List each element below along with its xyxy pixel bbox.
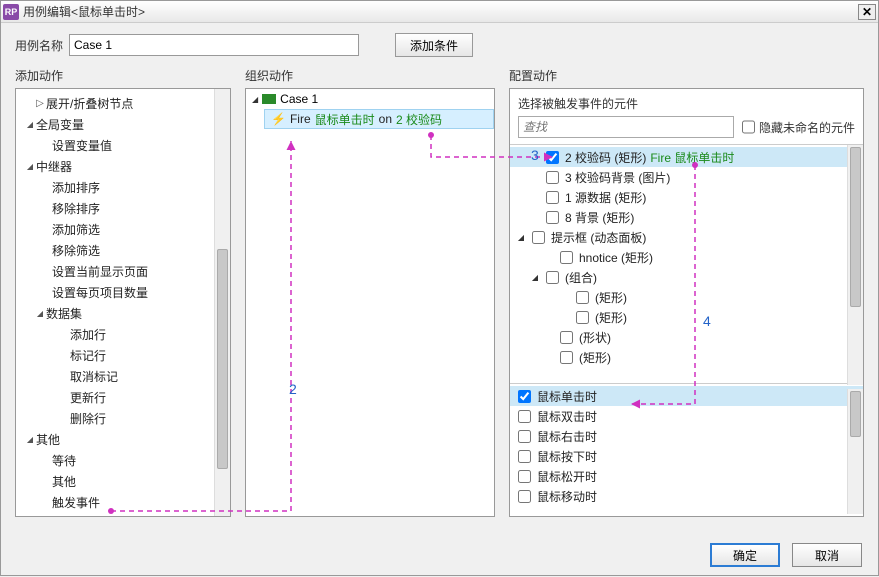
scrollbar[interactable]	[847, 389, 863, 514]
widget-item[interactable]: (矩形)	[510, 347, 863, 367]
widget-checkbox[interactable]	[560, 351, 573, 364]
action-group-globals[interactable]: 全局变量	[16, 114, 230, 135]
widget-item[interactable]: 1 源数据 (矩形)	[510, 187, 863, 207]
dialog-footer: 确定 取消	[710, 543, 862, 567]
col1-label: 添加动作	[15, 67, 231, 84]
widget-checkbox[interactable]	[546, 191, 559, 204]
ok-button[interactable]: 确定	[710, 543, 780, 567]
event-item[interactable]: 鼠标移动时	[510, 486, 863, 506]
event-list: 鼠标单击时鼠标双击时鼠标右击时鼠标按下时鼠标松开时鼠标移动时	[510, 383, 863, 515]
event-item[interactable]: 鼠标右击时	[510, 426, 863, 446]
organize-action-pane: ◢ Case 1 ⚡ Fire 鼠标单击时 on 2 校验码	[245, 88, 495, 517]
fire-event-action-row[interactable]: ⚡ Fire 鼠标单击时 on 2 校验码	[264, 109, 494, 129]
widget-checkbox[interactable]	[546, 151, 559, 164]
action-add-filter[interactable]: 添加筛选	[16, 219, 230, 240]
event-item[interactable]: 鼠标单击时	[510, 386, 863, 406]
case-editor-dialog: RP 用例编辑<鼠标单击时> ✕ 用例名称 添加条件 添加动作 展开/折叠树节点…	[0, 0, 879, 576]
event-checkbox[interactable]	[518, 470, 531, 483]
widget-checkbox[interactable]	[576, 291, 589, 304]
action-update-rows[interactable]: 更新行	[16, 387, 230, 408]
add-action-pane: 展开/折叠树节点 全局变量 设置变量值 中继器 添加排序 移除排序 添加筛选 移…	[15, 88, 231, 517]
action-set-current-page[interactable]: 设置当前显示页面	[16, 261, 230, 282]
widget-search-input[interactable]	[518, 116, 734, 138]
action-remove-sort[interactable]: 移除排序	[16, 198, 230, 219]
widget-item[interactable]: ◢提示框 (动态面板)	[510, 227, 863, 247]
widget-checkbox[interactable]	[532, 231, 545, 244]
widget-item[interactable]: 2 校验码 (矩形) Fire 鼠标单击时	[510, 147, 863, 167]
configure-action-pane: 选择被触发事件的元件 隐藏未命名的元件 2 校验码 (矩形) Fire 鼠标单击…	[509, 88, 864, 517]
case-name-input[interactable]	[69, 34, 359, 56]
lightning-icon: ⚡	[271, 112, 286, 126]
action-group-dataset[interactable]: 数据集	[16, 303, 230, 324]
action-group-other[interactable]: 其他	[16, 429, 230, 450]
widget-checkbox[interactable]	[546, 211, 559, 224]
case-icon	[262, 94, 276, 104]
action-add-sort[interactable]: 添加排序	[16, 177, 230, 198]
action-remove-filter[interactable]: 移除筛选	[16, 240, 230, 261]
add-condition-button[interactable]: 添加条件	[395, 33, 473, 57]
widget-checkbox[interactable]	[546, 271, 559, 284]
widget-item[interactable]: hnotice (矩形)	[510, 247, 863, 267]
action-group-repeater[interactable]: 中继器	[16, 156, 230, 177]
widget-checkbox[interactable]	[560, 331, 573, 344]
event-checkbox[interactable]	[518, 390, 531, 403]
event-item[interactable]: 鼠标松开时	[510, 466, 863, 486]
event-item[interactable]: 鼠标双击时	[510, 406, 863, 426]
widget-item[interactable]: ◢(组合)	[510, 267, 863, 287]
top-row: 用例名称 添加条件	[1, 23, 878, 67]
action-expand-collapse[interactable]: 展开/折叠树节点	[16, 93, 230, 114]
widget-list: 2 校验码 (矩形) Fire 鼠标单击时3 校验码背景 (图片)1 源数据 (…	[510, 144, 863, 383]
action-wait[interactable]: 等待	[16, 450, 230, 471]
scrollbar[interactable]	[847, 145, 863, 385]
action-mark-rows[interactable]: 标记行	[16, 345, 230, 366]
close-button[interactable]: ✕	[858, 4, 876, 20]
event-checkbox[interactable]	[518, 410, 531, 423]
widget-item[interactable]: (形状)	[510, 327, 863, 347]
action-add-rows[interactable]: 添加行	[16, 324, 230, 345]
event-checkbox[interactable]	[518, 430, 531, 443]
widget-checkbox[interactable]	[560, 251, 573, 264]
event-checkbox[interactable]	[518, 490, 531, 503]
cancel-button[interactable]: 取消	[792, 543, 862, 567]
widget-checkbox[interactable]	[546, 171, 559, 184]
widget-item[interactable]: (矩形)	[510, 287, 863, 307]
case-name-label: 用例名称	[15, 37, 63, 54]
case-row[interactable]: ◢ Case 1	[246, 89, 494, 109]
event-item[interactable]: 鼠标按下时	[510, 446, 863, 466]
window-title: 用例编辑<鼠标单击时>	[23, 3, 858, 20]
action-other[interactable]: 其他	[16, 471, 230, 492]
titlebar: RP 用例编辑<鼠标单击时> ✕	[1, 1, 878, 23]
action-unmark-rows[interactable]: 取消标记	[16, 366, 230, 387]
hide-unnamed-checkbox[interactable]: 隐藏未命名的元件	[742, 116, 855, 138]
action-delete-rows[interactable]: 删除行	[16, 408, 230, 429]
col2-label: 组织动作	[245, 67, 495, 84]
widget-item[interactable]: 3 校验码背景 (图片)	[510, 167, 863, 187]
event-checkbox[interactable]	[518, 450, 531, 463]
action-raise-event[interactable]: 触发事件	[16, 492, 230, 513]
widget-item[interactable]: 8 背景 (矩形)	[510, 207, 863, 227]
action-set-variable[interactable]: 设置变量值	[16, 135, 230, 156]
action-set-items-per-page[interactable]: 设置每页项目数量	[16, 282, 230, 303]
cfg-header: 选择被触发事件的元件	[510, 89, 863, 116]
widget-item[interactable]: (矩形)	[510, 307, 863, 327]
app-icon: RP	[3, 4, 19, 20]
scrollbar[interactable]	[214, 89, 230, 516]
widget-checkbox[interactable]	[576, 311, 589, 324]
col3-label: 配置动作	[509, 67, 864, 84]
